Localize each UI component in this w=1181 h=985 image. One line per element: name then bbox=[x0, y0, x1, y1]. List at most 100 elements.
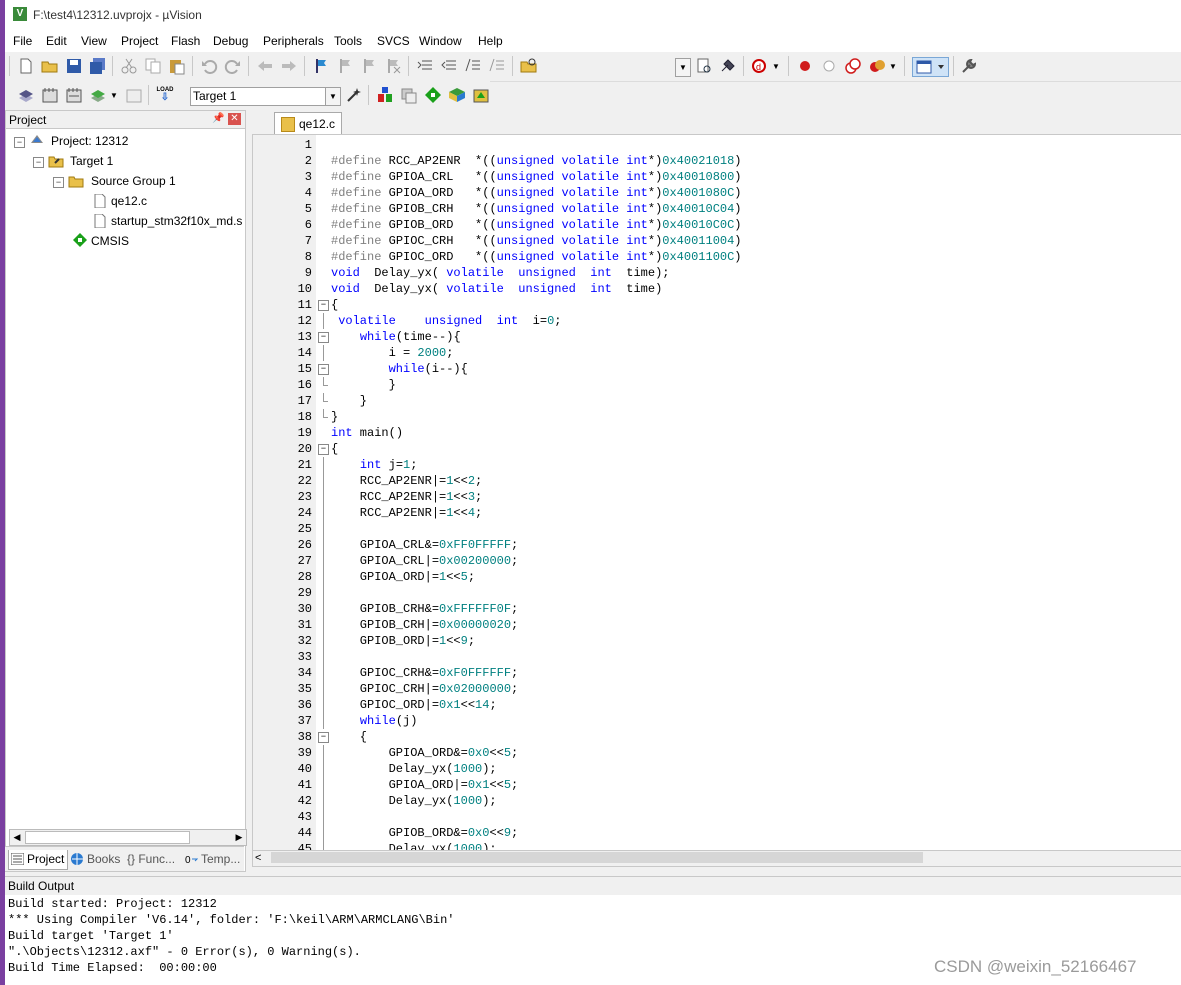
manage-project-items-icon[interactable] bbox=[376, 86, 394, 104]
open-folder-icon[interactable] bbox=[41, 57, 59, 75]
code-line[interactable]: 36 GPIOC_ORD|=0x1<<14; bbox=[253, 697, 1181, 713]
stop-build-icon[interactable] bbox=[125, 86, 143, 104]
fold-toggle-icon[interactable]: − bbox=[318, 300, 329, 311]
menu-view[interactable]: View bbox=[81, 34, 107, 48]
target-select[interactable]: Target 1 ▼ bbox=[190, 87, 341, 106]
incremental-find-icon[interactable] bbox=[695, 57, 713, 75]
uncomment-icon[interactable] bbox=[488, 57, 506, 75]
scroll-left-icon[interactable]: ◀ bbox=[10, 830, 24, 845]
code-line[interactable]: 11−{ bbox=[253, 297, 1181, 313]
indent-icon[interactable] bbox=[416, 57, 434, 75]
menu-file[interactable]: File bbox=[13, 34, 32, 48]
code-line[interactable]: 39 GPIOA_ORD&=0x0<<5; bbox=[253, 745, 1181, 761]
scroll-left-icon[interactable]: < bbox=[255, 851, 261, 866]
kill-all-breakpoints-icon[interactable] bbox=[868, 57, 886, 75]
disable-all-breakpoints-icon[interactable] bbox=[844, 57, 862, 75]
start-debug-icon[interactable]: d bbox=[751, 57, 769, 75]
pin-icon[interactable]: 📌 bbox=[212, 113, 224, 124]
code-editor[interactable]: 1 2 #define RCC_AP2ENR *((unsigned volatil… bbox=[252, 134, 1181, 852]
insert-breakpoint-icon[interactable] bbox=[796, 57, 814, 75]
code-line[interactable]: 3 #define GPIOA_CRL *((unsigned volatile … bbox=[253, 169, 1181, 185]
code-line[interactable]: 12 volatile unsigned int i=0; bbox=[253, 313, 1181, 329]
menu-tools[interactable]: Tools bbox=[334, 34, 362, 48]
code-line[interactable]: 23 RCC_AP2ENR|=1<<3; bbox=[253, 489, 1181, 505]
translate-icon[interactable] bbox=[17, 86, 35, 104]
code-line[interactable]: 19 int main() bbox=[253, 425, 1181, 441]
redo-icon[interactable] bbox=[224, 57, 242, 75]
code-line[interactable]: 32 GPIOB_ORD|=1<<9; bbox=[253, 633, 1181, 649]
code-line[interactable]: 37 while(j) bbox=[253, 713, 1181, 729]
tab-functions[interactable]: {} Func... bbox=[123, 850, 185, 869]
code-line[interactable]: 4 #define GPIOA_ORD *((unsigned volatile … bbox=[253, 185, 1181, 201]
project-hscroll-thumb[interactable] bbox=[25, 831, 190, 844]
code-line[interactable]: 22 RCC_AP2ENR|=1<<2; bbox=[253, 473, 1181, 489]
select-packs-icon[interactable] bbox=[400, 86, 418, 104]
batch-build-icon[interactable] bbox=[89, 86, 107, 104]
save-icon[interactable] bbox=[65, 57, 83, 75]
fold-toggle-icon[interactable]: − bbox=[318, 444, 329, 455]
code-line[interactable]: 10 void Delay_yx( volatile unsigned int t… bbox=[253, 281, 1181, 297]
unindent-icon[interactable] bbox=[440, 57, 458, 75]
editor-hscrollbar[interactable]: < bbox=[252, 850, 1181, 867]
code-line[interactable]: 30 GPIOB_CRH&=0xFFFFFF0F; bbox=[253, 601, 1181, 617]
code-line[interactable]: 7 #define GPIOC_CRH *((unsigned volatile … bbox=[253, 233, 1181, 249]
code-line[interactable]: 41 GPIOA_ORD|=0x1<<5; bbox=[253, 777, 1181, 793]
fold-toggle-icon[interactable]: − bbox=[318, 364, 329, 375]
software-packs-icon[interactable] bbox=[472, 86, 490, 104]
breakpoint-dropdown-arrow[interactable]: ▼ bbox=[889, 62, 897, 71]
menu-project[interactable]: Project bbox=[121, 34, 158, 48]
debug-dropdown-arrow[interactable]: ▼ bbox=[772, 62, 780, 71]
menu-edit[interactable]: Edit bbox=[46, 34, 67, 48]
code-line[interactable]: 26 GPIOA_CRL&=0xFF0FFFFF; bbox=[253, 537, 1181, 553]
new-file-icon[interactable] bbox=[17, 57, 35, 75]
find-in-files-icon[interactable] bbox=[520, 57, 538, 75]
cut-icon[interactable] bbox=[120, 57, 138, 75]
project-hscrollbar[interactable]: ◀ ▶ bbox=[9, 829, 247, 846]
code-line[interactable]: 13− while(time--){ bbox=[253, 329, 1181, 345]
configure-tools-wrench-icon[interactable] bbox=[960, 57, 978, 75]
copy-icon[interactable] bbox=[144, 57, 162, 75]
menu-svcs[interactable]: SVCS bbox=[377, 34, 410, 48]
code-line[interactable]: 8 #define GPIOC_ORD *((unsigned volatile … bbox=[253, 249, 1181, 265]
menu-help[interactable]: Help bbox=[478, 34, 503, 48]
code-line[interactable]: 17 } bbox=[253, 393, 1181, 409]
target-select-dropdown-icon[interactable]: ▼ bbox=[325, 88, 340, 105]
code-line[interactable]: 43 bbox=[253, 809, 1181, 825]
code-line[interactable]: 6 #define GPIOB_ORD *((unsigned volatile … bbox=[253, 217, 1181, 233]
code-line[interactable]: 33 bbox=[253, 649, 1181, 665]
code-line[interactable]: 14 i = 2000; bbox=[253, 345, 1181, 361]
disable-breakpoint-icon[interactable] bbox=[820, 57, 838, 75]
code-line[interactable]: 42 Delay_yx(1000); bbox=[253, 793, 1181, 809]
code-line[interactable]: 31 GPIOB_CRH|=0x00000020; bbox=[253, 617, 1181, 633]
menu-flash[interactable]: Flash bbox=[171, 34, 200, 48]
menu-debug[interactable]: Debug bbox=[213, 34, 248, 48]
paste-icon[interactable] bbox=[168, 57, 186, 75]
fold-toggle-icon[interactable]: − bbox=[318, 732, 329, 743]
code-line[interactable]: 5 #define GPIOB_CRH *((unsigned volatile … bbox=[253, 201, 1181, 217]
code-line[interactable]: 16 } bbox=[253, 377, 1181, 393]
code-line[interactable]: 15− while(i--){ bbox=[253, 361, 1181, 377]
tab-templates[interactable]: 0 Temp... bbox=[183, 850, 259, 869]
collapse-toggle-icon[interactable]: − bbox=[14, 137, 25, 148]
next-bookmark-icon[interactable] bbox=[360, 57, 378, 75]
comment-icon[interactable] bbox=[464, 57, 482, 75]
collapse-toggle-icon[interactable]: − bbox=[53, 177, 64, 188]
nav-back-icon[interactable] bbox=[256, 57, 274, 75]
code-line[interactable]: 35 GPIOC_CRH|=0x02000000; bbox=[253, 681, 1181, 697]
build-icon[interactable] bbox=[41, 86, 59, 104]
code-line[interactable]: 27 GPIOA_CRL|=0x00200000; bbox=[253, 553, 1181, 569]
manage-runtime-environment-icon[interactable] bbox=[424, 86, 442, 104]
tab-qe12-c[interactable]: qe12.c bbox=[274, 112, 342, 134]
prev-bookmark-icon[interactable] bbox=[336, 57, 354, 75]
code-line[interactable]: 25 bbox=[253, 521, 1181, 537]
options-for-target-icon[interactable] bbox=[345, 86, 363, 104]
download-load-icon[interactable]: LOAD ⇩ bbox=[156, 86, 174, 104]
code-line[interactable]: 44 GPIOB_ORD&=0x0<<9; bbox=[253, 825, 1181, 841]
save-all-icon[interactable] bbox=[89, 57, 107, 75]
collapse-toggle-icon[interactable]: − bbox=[33, 157, 44, 168]
code-line[interactable]: 9 void Delay_yx( volatile unsigned int ti… bbox=[253, 265, 1181, 281]
code-line[interactable]: 29 bbox=[253, 585, 1181, 601]
code-line[interactable]: 28 GPIOA_ORD|=1<<5; bbox=[253, 569, 1181, 585]
code-line[interactable]: 18} bbox=[253, 409, 1181, 425]
tab-project[interactable]: Project bbox=[8, 850, 68, 870]
